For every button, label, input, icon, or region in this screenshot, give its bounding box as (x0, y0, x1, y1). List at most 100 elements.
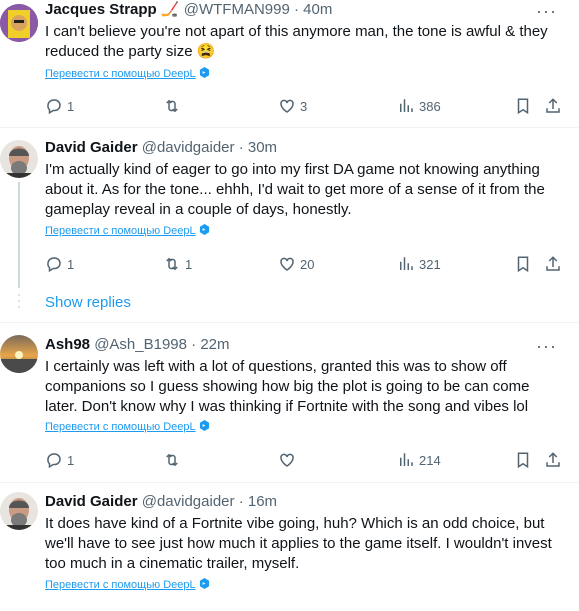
author-name[interactable]: Jacques Strapp (45, 1, 157, 18)
divider (0, 322, 579, 323)
reply-count: 1 (67, 256, 75, 272)
retweet-button[interactable] (163, 450, 181, 470)
author-handle[interactable]: @davidgaider (142, 139, 235, 156)
author-handle[interactable]: @Ash_B1998 (94, 336, 187, 353)
avatar[interactable] (0, 492, 38, 530)
timestamp[interactable]: 40m (303, 1, 332, 18)
tweet-actions: 1 3 386 (45, 96, 565, 116)
retweet-icon (163, 97, 181, 115)
tweet-jacques[interactable]: Jacques Strapp 🏒 @WTFMAN999 · 40m ··· I … (0, 0, 579, 126)
more-options-icon[interactable]: ··· (536, 2, 557, 20)
views-button[interactable]: 386 (397, 96, 441, 116)
like-button[interactable] (278, 450, 296, 470)
tweet-david-2[interactable]: David Gaider @davidgaider · 16m It does … (0, 492, 579, 611)
separator-dot: · (294, 1, 299, 18)
timestamp[interactable]: 22m (200, 336, 229, 353)
retweet-button[interactable]: 1 (163, 254, 192, 274)
author-handle[interactable]: @davidgaider (142, 493, 235, 510)
bookmark-button[interactable] (514, 254, 532, 274)
views-button[interactable]: 214 (397, 450, 441, 470)
author-name[interactable]: David Gaider (45, 493, 138, 510)
translate-label: Перевести с помощью DeepL (45, 68, 196, 80)
author-name[interactable]: David Gaider (45, 139, 138, 156)
translate-label: Перевести с помощью DeepL (45, 225, 196, 237)
like-count: 3 (300, 98, 308, 114)
tweet-text: I certainly was left with a lot of quest… (45, 358, 530, 415)
tweet-header: David Gaider @davidgaider · 30m (45, 138, 277, 158)
tweet-header: Ash98 @Ash_B1998 · 22m (45, 335, 230, 355)
thread-line (18, 182, 20, 288)
like-button[interactable]: 20 (278, 254, 314, 274)
share-icon (544, 451, 562, 469)
bookmark-button[interactable] (514, 450, 532, 470)
reply-button[interactable]: 1 (45, 450, 74, 470)
separator-dot: · (191, 336, 197, 353)
divider (0, 482, 579, 483)
heart-icon (278, 255, 296, 273)
heart-icon (278, 97, 296, 115)
reply-count: 1 (67, 452, 75, 468)
timestamp[interactable]: 30m (248, 139, 277, 156)
views-button[interactable]: 321 (397, 254, 441, 274)
views-count: 386 (419, 98, 441, 114)
translate-link[interactable]: Перевести с помощью DeepL (45, 420, 210, 434)
views-count: 321 (419, 256, 441, 272)
separator-dot: · (238, 139, 244, 156)
more-options-icon[interactable]: ··· (536, 337, 557, 355)
tweet-actions: 1 1 20 321 (45, 254, 565, 274)
tweet-header: David Gaider @davidgaider · 16m (45, 492, 277, 512)
tweet-ash98[interactable]: Ash98 @Ash_B1998 · 22m ··· I certainly w… (0, 335, 579, 475)
bookmark-icon (514, 255, 532, 273)
translate-link[interactable]: Перевести с помощью DeepL (45, 67, 210, 81)
reply-icon (45, 255, 63, 273)
deepl-icon (199, 420, 210, 431)
show-replies-link[interactable]: Show replies (45, 294, 131, 311)
timestamp[interactable]: 16m (248, 493, 277, 510)
tweet-text: I'm actually kind of eager to go into my… (45, 161, 545, 218)
author-handle[interactable]: @WTFMAN999 (184, 1, 290, 18)
translate-label: Перевести с помощью DeepL (45, 421, 196, 433)
like-button[interactable]: 3 (278, 96, 307, 116)
retweet-icon (163, 255, 181, 273)
deepl-icon (199, 578, 210, 589)
tweet-header: Jacques Strapp 🏒 @WTFMAN999 · 40m (45, 0, 332, 20)
reply-icon (45, 451, 63, 469)
hockey-emoji: 🏒 (160, 1, 180, 18)
reply-icon (45, 97, 63, 115)
share-button[interactable] (544, 96, 562, 116)
reply-button[interactable]: 1 (45, 254, 74, 274)
thread-dots (18, 294, 20, 308)
bookmark-button[interactable] (514, 96, 532, 116)
avatar[interactable] (0, 335, 38, 373)
retweet-button[interactable] (163, 96, 181, 116)
avatar[interactable] (0, 140, 38, 178)
tweet-text: I can't believe you're not apart of this… (45, 23, 548, 60)
heart-icon (278, 451, 296, 469)
divider (0, 127, 579, 128)
share-icon (544, 255, 562, 273)
translate-label: Перевести с помощью DeepL (45, 579, 196, 591)
avatar[interactable] (0, 4, 38, 42)
like-count: 20 (300, 256, 315, 272)
views-icon (397, 97, 415, 115)
deepl-icon (199, 67, 210, 78)
author-name[interactable]: Ash98 (45, 336, 90, 353)
views-icon (397, 255, 415, 273)
tweet-david-1[interactable]: David Gaider @davidgaider · 30m I'm actu… (0, 138, 579, 288)
tweet-actions: 1 214 (45, 450, 565, 470)
tweet-text: It does have kind of a Fortnite vibe goi… (45, 515, 552, 572)
retweet-icon (163, 451, 181, 469)
bookmark-icon (514, 451, 532, 469)
views-count: 214 (419, 452, 441, 468)
share-button[interactable] (544, 254, 562, 274)
share-button[interactable] (544, 450, 562, 470)
reply-button[interactable]: 1 (45, 96, 74, 116)
translate-link[interactable]: Перевести с помощью DeepL (45, 224, 210, 238)
share-icon (544, 97, 562, 115)
views-icon (397, 451, 415, 469)
separator-dot: · (238, 493, 244, 510)
translate-link[interactable]: Перевести с помощью DeepL (45, 578, 210, 592)
deepl-icon (199, 224, 210, 235)
bookmark-icon (514, 97, 532, 115)
reply-count: 1 (67, 98, 75, 114)
